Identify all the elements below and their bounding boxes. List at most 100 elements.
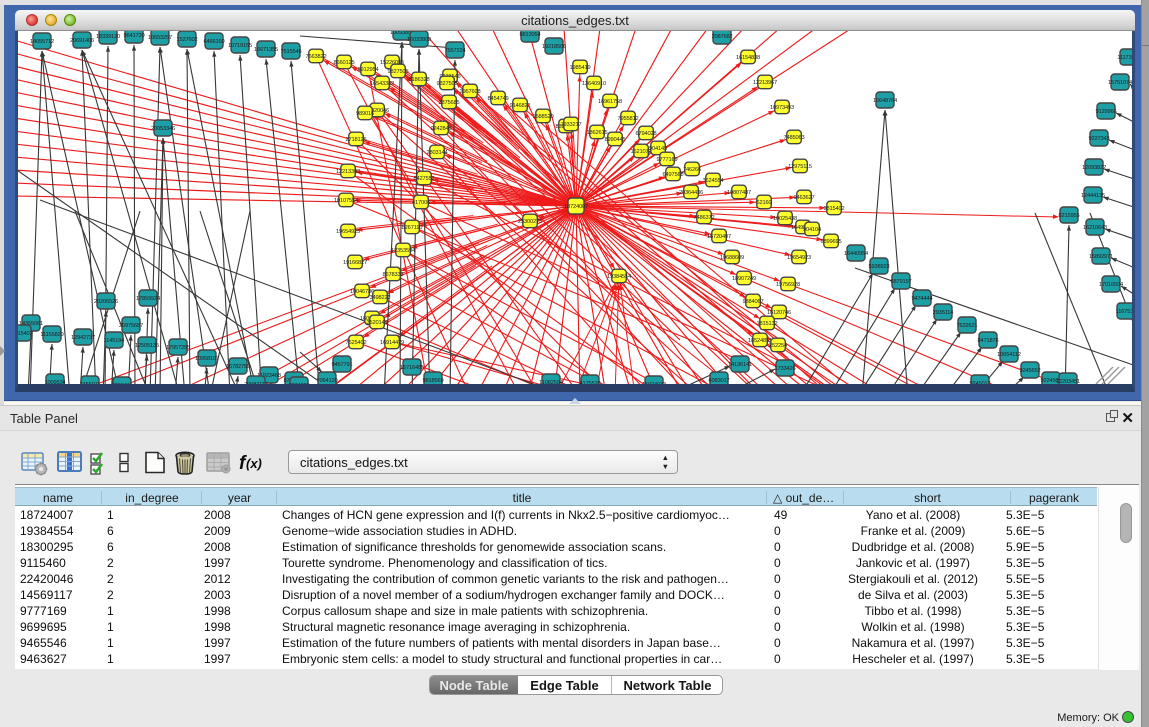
- svg-text:19384554: 19384554: [607, 274, 631, 280]
- svg-text:9129966: 9129966: [1095, 109, 1116, 115]
- svg-text:1362615: 1362615: [586, 130, 607, 136]
- svg-text:8678332: 8678332: [382, 272, 403, 278]
- svg-text:9146821: 9146821: [509, 103, 530, 109]
- svg-text:19654923: 19654923: [787, 255, 811, 261]
- svg-text:17957255: 17957255: [166, 345, 190, 351]
- svg-text:11173048: 11173048: [1117, 55, 1132, 61]
- svg-text:3915401: 3915401: [18, 331, 33, 337]
- svg-text:7455011: 7455011: [80, 382, 101, 384]
- svg-text:14055712: 14055712: [30, 39, 54, 45]
- svg-text:10654112: 10654112: [997, 352, 1021, 358]
- svg-text:1985419: 1985419: [569, 65, 590, 71]
- svg-text:16782759: 16782759: [226, 364, 250, 370]
- svg-text:12353594: 12353594: [391, 248, 415, 254]
- svg-text:10025438: 10025438: [773, 216, 797, 222]
- svg-text:3520149: 3520149: [366, 320, 387, 326]
- svg-text:6497568: 6497568: [662, 172, 683, 178]
- svg-text:19218506: 19218506: [542, 44, 566, 50]
- svg-text:15892971: 15892971: [1089, 254, 1113, 260]
- svg-text:2718126: 2718126: [345, 137, 366, 143]
- svg-text:9245012: 9245012: [969, 381, 990, 384]
- svg-text:10653257: 10653257: [148, 35, 172, 41]
- svg-text:6466160: 6466160: [203, 39, 224, 45]
- svg-text:16914479: 16914479: [380, 340, 404, 346]
- svg-text:2087682: 2087682: [711, 34, 732, 40]
- svg-text:7064120: 7064120: [316, 378, 337, 384]
- svg-text:20987117: 20987117: [244, 382, 268, 384]
- svg-text:8990445: 8990445: [604, 137, 625, 143]
- svg-text:16210643: 16210643: [1083, 225, 1107, 231]
- svg-text:11156829: 11156829: [40, 332, 63, 338]
- svg-text:10973493: 10973493: [770, 105, 794, 111]
- svg-text:13640910: 13640910: [582, 81, 606, 87]
- svg-text:417006: 417006: [412, 200, 430, 206]
- svg-text:7486372: 7486372: [693, 215, 714, 221]
- svg-text:16671355: 16671355: [254, 47, 278, 53]
- svg-text:12213967: 12213967: [753, 80, 777, 86]
- svg-text:8454749: 8454749: [487, 96, 508, 102]
- svg-text:20206526: 20206526: [94, 299, 118, 305]
- svg-text:7515546: 7515546: [280, 49, 301, 55]
- svg-text:9327505: 9327505: [436, 81, 457, 87]
- svg-text:6794028: 6794028: [635, 131, 656, 137]
- svg-text:7625402: 7625402: [345, 340, 366, 346]
- svg-text:15024033: 15024033: [642, 382, 666, 384]
- svg-text:15720407: 15720407: [707, 234, 731, 240]
- svg-text:8813054: 8813054: [519, 32, 540, 38]
- svg-text:11082594: 11082594: [539, 380, 563, 384]
- svg-text:12093822: 12093822: [1082, 165, 1106, 171]
- svg-text:1527602: 1527602: [176, 37, 197, 43]
- svg-text:8427552: 8427552: [413, 176, 434, 182]
- svg-text:7955812: 7955812: [617, 116, 638, 122]
- svg-text:8274099: 8274099: [288, 383, 309, 384]
- svg-text:1588520: 1588520: [532, 114, 553, 120]
- svg-text:16961758: 16961758: [598, 99, 622, 105]
- svg-text:9457791: 9457791: [331, 362, 352, 368]
- svg-text:8267110: 8267110: [402, 225, 423, 231]
- svg-text:7557224: 7557224: [444, 48, 465, 54]
- svg-text:10107554: 10107554: [334, 198, 358, 204]
- svg-text:19654925: 19654925: [336, 229, 360, 235]
- svg-text:9818569: 9818569: [422, 378, 443, 384]
- svg-text:4175520: 4175520: [579, 381, 600, 384]
- svg-text:15716485: 15716485: [400, 365, 424, 371]
- svg-text:12942737: 12942737: [71, 335, 95, 341]
- svg-text:16033809: 16033809: [407, 37, 431, 43]
- svg-text:(x): (x): [246, 456, 262, 471]
- svg-text:7485063: 7485063: [783, 135, 804, 141]
- svg-text:1933217: 1933217: [560, 122, 581, 128]
- svg-text:9474444: 9474444: [911, 296, 932, 302]
- svg-text:16543382: 16543382: [370, 81, 394, 87]
- svg-text:15751074: 15751074: [1108, 80, 1132, 86]
- svg-text:19756928: 19756928: [776, 282, 800, 288]
- svg-text:8471876: 8471876: [977, 338, 998, 344]
- svg-text:1815132: 1815132: [756, 321, 777, 327]
- svg-text:9641720: 9641720: [123, 33, 144, 39]
- svg-text:7663822: 7663822: [305, 54, 326, 60]
- svg-text:9777169: 9777169: [656, 157, 677, 163]
- svg-text:25300273: 25300273: [518, 219, 542, 225]
- svg-text:9245652: 9245652: [1019, 368, 1040, 374]
- svg-text:6879197: 6879197: [890, 279, 911, 285]
- svg-text:10688609: 10688609: [720, 255, 744, 261]
- svg-text:3624554: 3624554: [702, 178, 723, 184]
- svg-text:6899695: 6899695: [820, 239, 841, 245]
- svg-text:17859924: 17859924: [136, 296, 160, 302]
- svg-text:10719155: 10719155: [228, 43, 252, 49]
- svg-text:20053346: 20053346: [151, 126, 175, 132]
- svg-text:3375685: 3375685: [438, 100, 459, 106]
- svg-text:16440954: 16440954: [844, 251, 868, 257]
- svg-text:1733426: 1733426: [774, 366, 795, 372]
- svg-text:10958107: 10958107: [195, 356, 219, 362]
- svg-text:9463627: 9463627: [793, 195, 814, 201]
- svg-text:2803144: 2803144: [426, 150, 447, 156]
- svg-text:8215955: 8215955: [1058, 213, 1079, 219]
- svg-text:2967608: 2967608: [459, 89, 480, 95]
- svg-text:904145: 904145: [649, 146, 667, 152]
- svg-text:9242848: 9242848: [430, 126, 451, 132]
- svg-text:18907249: 18907249: [732, 276, 756, 282]
- svg-text:1167534: 1167534: [1116, 309, 1132, 315]
- svg-text:8186328: 8186328: [408, 77, 429, 83]
- svg-text:12505135: 12505135: [135, 343, 159, 349]
- svg-text:8912954: 8912954: [357, 67, 378, 73]
